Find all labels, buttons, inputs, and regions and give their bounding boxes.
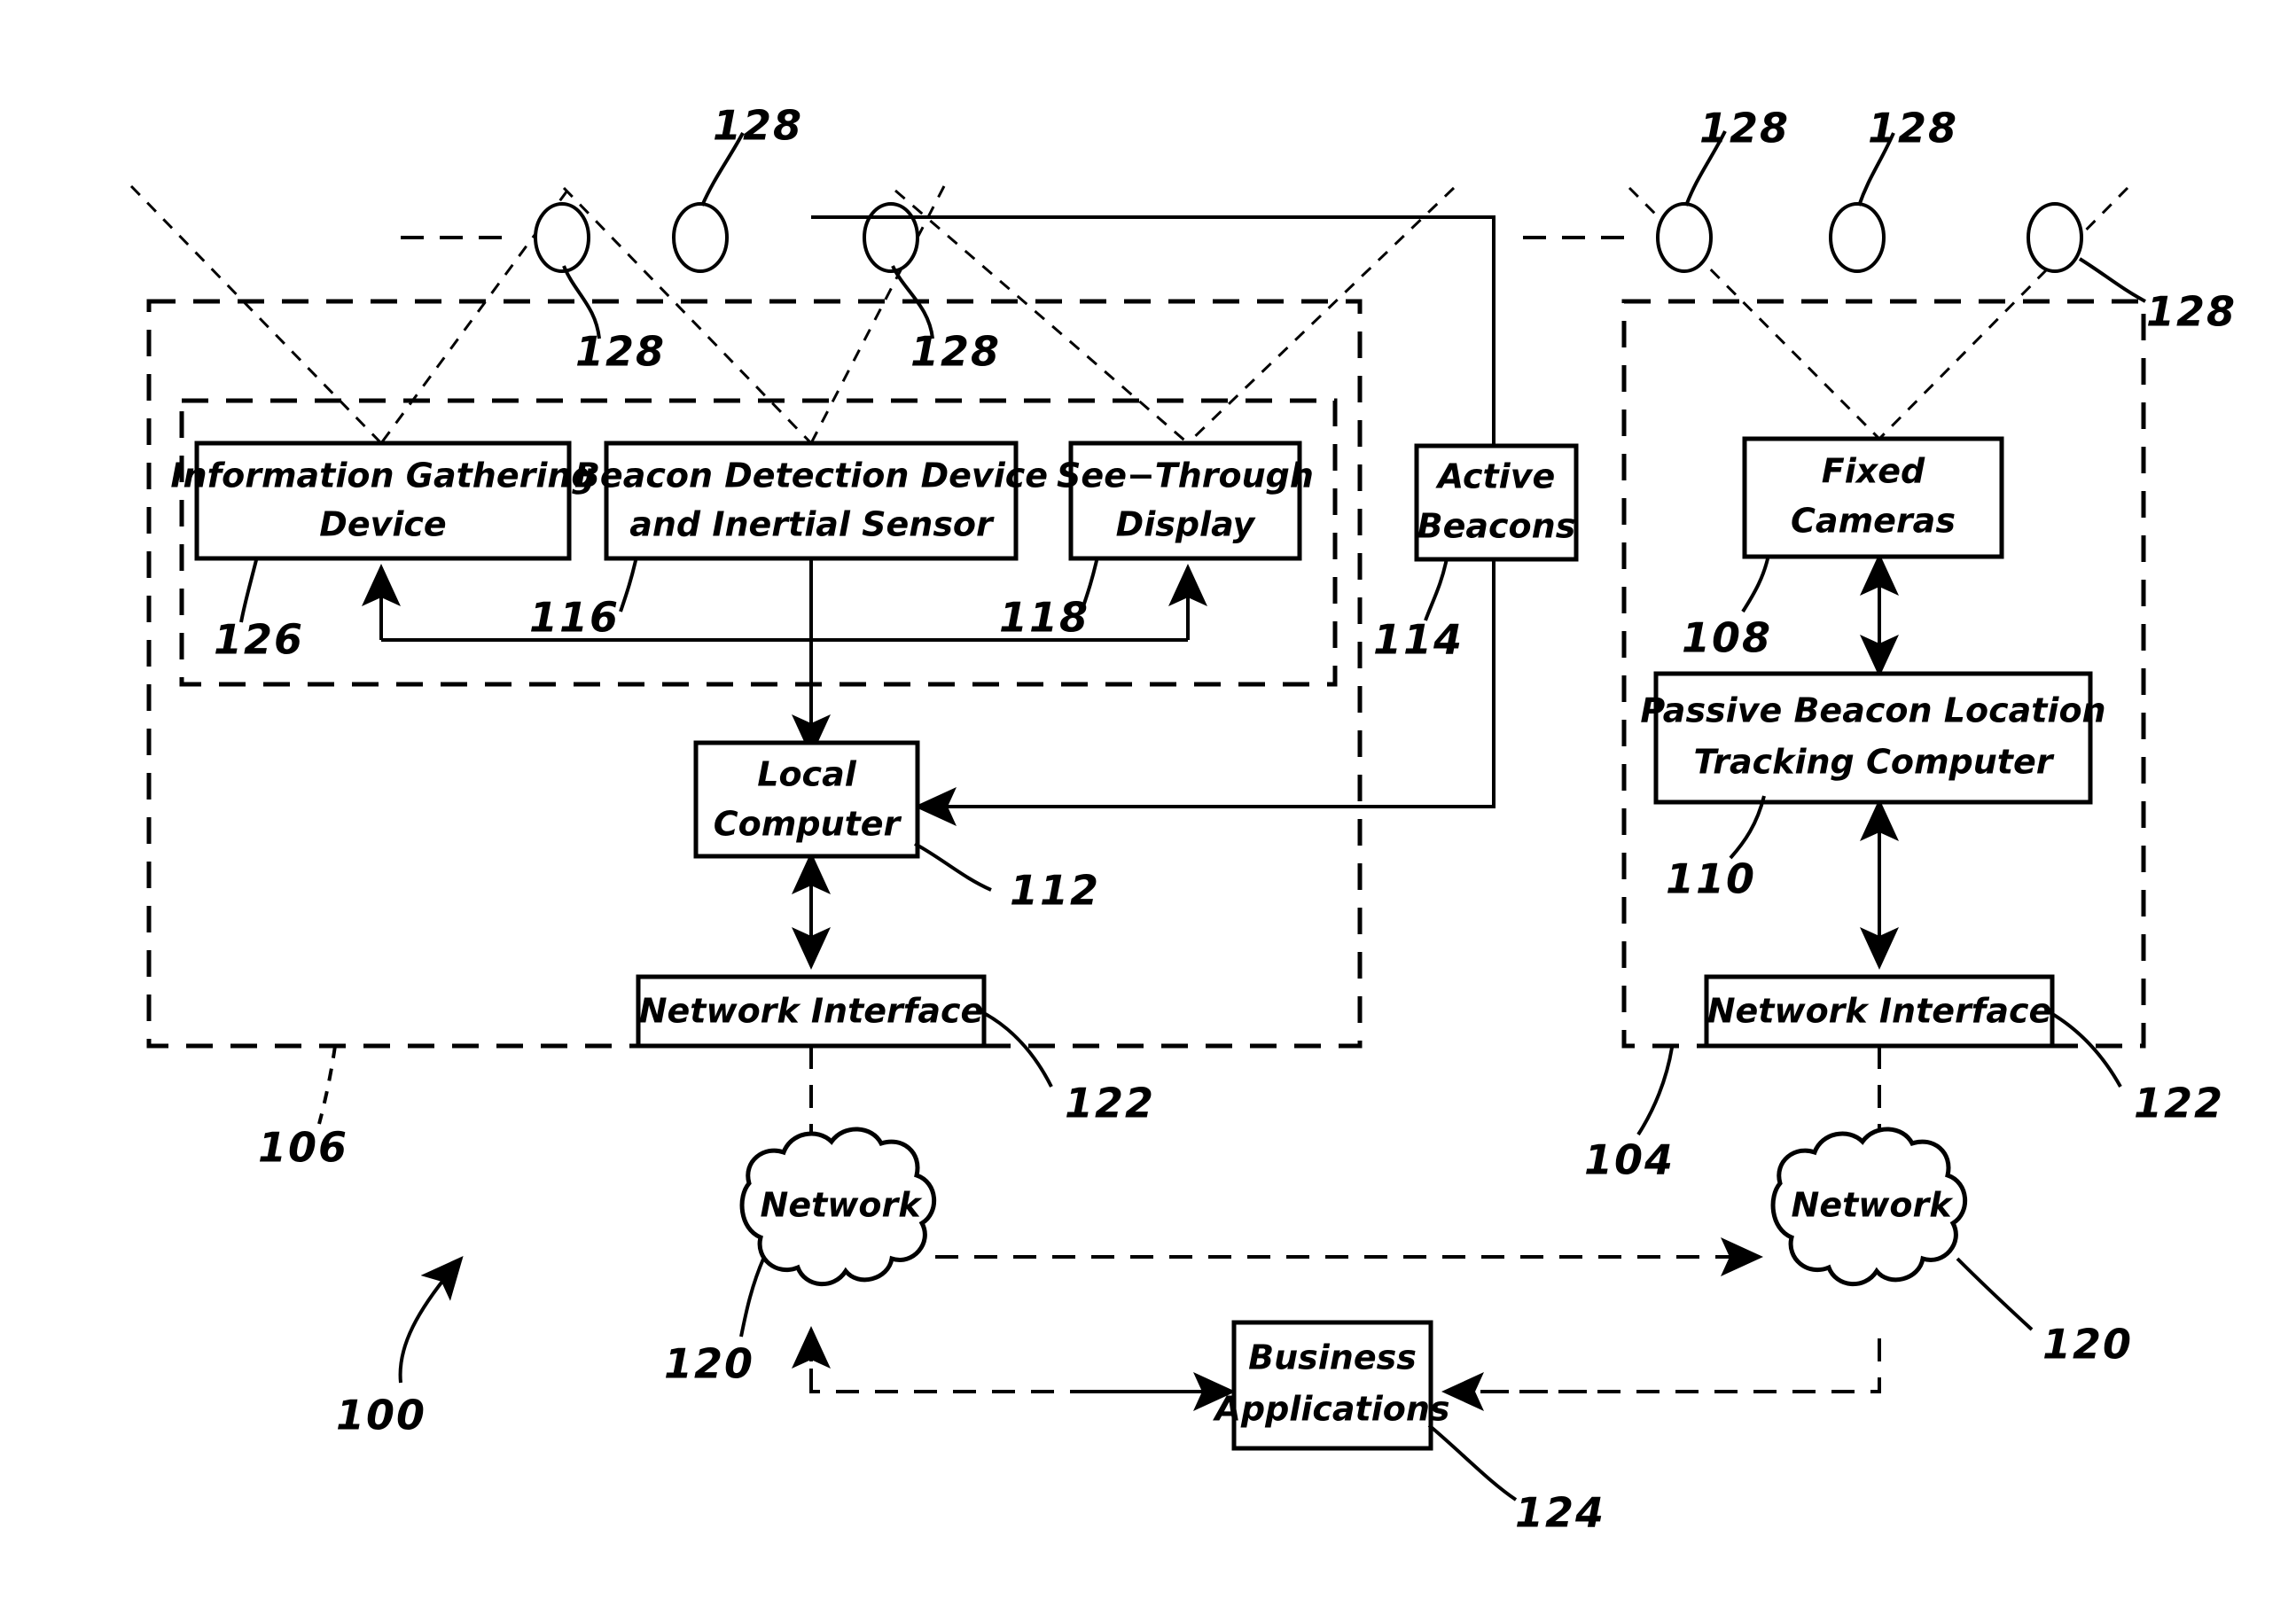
ref-label-128-f: 128 — [2146, 288, 2237, 336]
ref-label-126: 126 — [214, 616, 304, 664]
conn-cloud-left-to-business-apps — [809, 1338, 1223, 1393]
fixed-cameras-label-line1: Fixed — [1822, 452, 1925, 491]
ref-label-122-right: 122 — [2134, 1080, 2224, 1127]
information-gathering-device-label-line1: Information Gathering — [170, 456, 595, 495]
node-active-beacons[interactable]: Active Beacons — [1414, 443, 1579, 562]
passive-beacon-tracking-computer-label-line2: Tracking Computer — [1694, 743, 2055, 782]
beacons-group — [534, 202, 2083, 273]
leader-ref-104 — [1636, 1047, 1674, 1136]
ref-label-118: 118 — [999, 594, 1089, 642]
ref-label-110: 110 — [1666, 855, 1756, 903]
ref-label-104: 104 — [1584, 1136, 1675, 1184]
beacon-leaders-group — [562, 130, 2146, 339]
local-computer-label-line2: Computer — [714, 805, 902, 844]
see-through-display-label-line2: Display — [1116, 505, 1257, 544]
information-gathering-device-label-line2: Device — [319, 505, 446, 544]
ref-label-128-d: 128 — [1699, 105, 1790, 152]
ref-label-128-e: 128 — [1868, 105, 1958, 152]
business-applications-label-line1: Business — [1248, 1338, 1417, 1377]
node-see-through-display[interactable]: See−Through Display — [1057, 441, 1314, 561]
conn-cloud-right-to-business-apps — [1449, 1338, 1881, 1393]
leader-ref-112 — [914, 842, 992, 892]
ref-label-124: 124 — [1515, 1489, 1605, 1537]
ref-label-108: 108 — [1682, 614, 1772, 662]
node-information-gathering-device[interactable]: Information Gathering Device — [170, 441, 596, 561]
leader-ref-108 — [1741, 554, 1770, 613]
ref-label-120-right: 120 — [2042, 1321, 2133, 1369]
ref-label-114: 114 — [1373, 616, 1464, 664]
see-through-display-label-line1: See−Through — [1057, 456, 1314, 495]
ref-label-116: 116 — [529, 594, 620, 642]
active-beacons-label-line2: Beacons — [1417, 507, 1576, 546]
network-interface-left-label: Network Interface — [639, 992, 984, 1031]
beacon-icon[interactable] — [1656, 202, 1713, 273]
leader-ref-106 — [317, 1045, 337, 1125]
leader-ref-100 — [398, 1255, 464, 1384]
leader-ref-126 — [239, 556, 259, 623]
leader-ref-110 — [1729, 795, 1766, 860]
ref-label-106: 106 — [258, 1124, 348, 1172]
ref-label-122-left: 122 — [1065, 1080, 1155, 1127]
node-network-cloud-right[interactable]: Network — [1770, 1127, 1967, 1286]
leader-128-f — [2078, 257, 2146, 303]
node-business-applications[interactable]: Business Applications — [1213, 1320, 1450, 1451]
beacon-icon[interactable] — [672, 202, 729, 273]
leader-ref-122-right — [2048, 1010, 2122, 1088]
network-cloud-right-label: Network — [1792, 1186, 1955, 1225]
beacon-icon[interactable] — [1829, 202, 1886, 273]
ref-label-100: 100 — [336, 1392, 426, 1439]
business-applications-label-line2: Applications — [1213, 1390, 1450, 1429]
node-network-interface-left[interactable]: Network Interface — [636, 974, 987, 1049]
sight-line-std-left — [894, 189, 1189, 445]
active-beacons-label-line1: Active — [1435, 457, 1556, 496]
network-interface-right-label: Network Interface — [1707, 992, 2052, 1031]
node-network-interface-right[interactable]: Network Interface — [1704, 974, 2055, 1049]
ref-label-120-left: 120 — [664, 1340, 754, 1388]
leader-ref-114 — [1424, 558, 1449, 621]
node-local-computer[interactable]: Local Computer — [693, 740, 920, 859]
sight-line-igd-left — [129, 184, 383, 445]
beacon-icon[interactable] — [2027, 202, 2083, 273]
sight-line-cam-right — [1878, 186, 2129, 441]
mobile-unit-enclosure — [146, 299, 1363, 1049]
ref-label-112: 112 — [1010, 867, 1100, 915]
ref-label-128-a: 128 — [575, 328, 666, 376]
ref-label-128-c: 128 — [910, 328, 1001, 376]
passive-beacon-tracking-computer-label-line1: Passive Beacon Location — [1640, 691, 2105, 730]
node-fixed-cameras[interactable]: Fixed Cameras — [1742, 436, 2004, 559]
beacon-detection-device-label-line2: and Inertial Sensor — [629, 505, 995, 544]
leader-ref-120-left — [739, 1256, 766, 1338]
leader-ref-122-left — [981, 1010, 1053, 1088]
line-of-sight-group — [129, 184, 2129, 445]
beacon-detection-device-label-line1: Beacon Detection Device — [574, 456, 1048, 495]
leader-ref-116 — [619, 556, 638, 612]
node-passive-beacon-tracking-computer[interactable]: Passive Beacon Location Tracking Compute… — [1640, 671, 2106, 805]
beacon-icon[interactable] — [534, 202, 590, 273]
local-computer-label-line1: Local — [757, 755, 856, 794]
beacon-icon[interactable] — [863, 202, 919, 273]
fixed-cameras-label-line2: Cameras — [1791, 502, 1956, 541]
leader-ref-120-right — [1956, 1257, 2034, 1331]
network-cloud-left-label: Network — [761, 1186, 924, 1225]
node-beacon-detection-device[interactable]: Beacon Detection Device and Inertial Sen… — [574, 441, 1048, 561]
sight-line-std-right — [1186, 186, 1456, 445]
ref-label-128-b: 128 — [713, 102, 803, 150]
leader-ref-124 — [1427, 1424, 1518, 1502]
figure-canvas: Information Gathering Device 126 Beacon … — [0, 0, 2296, 1599]
patent-diagram-svg: Information Gathering Device 126 Beacon … — [129, 102, 2237, 1537]
node-network-cloud-left[interactable]: Network — [739, 1127, 936, 1286]
